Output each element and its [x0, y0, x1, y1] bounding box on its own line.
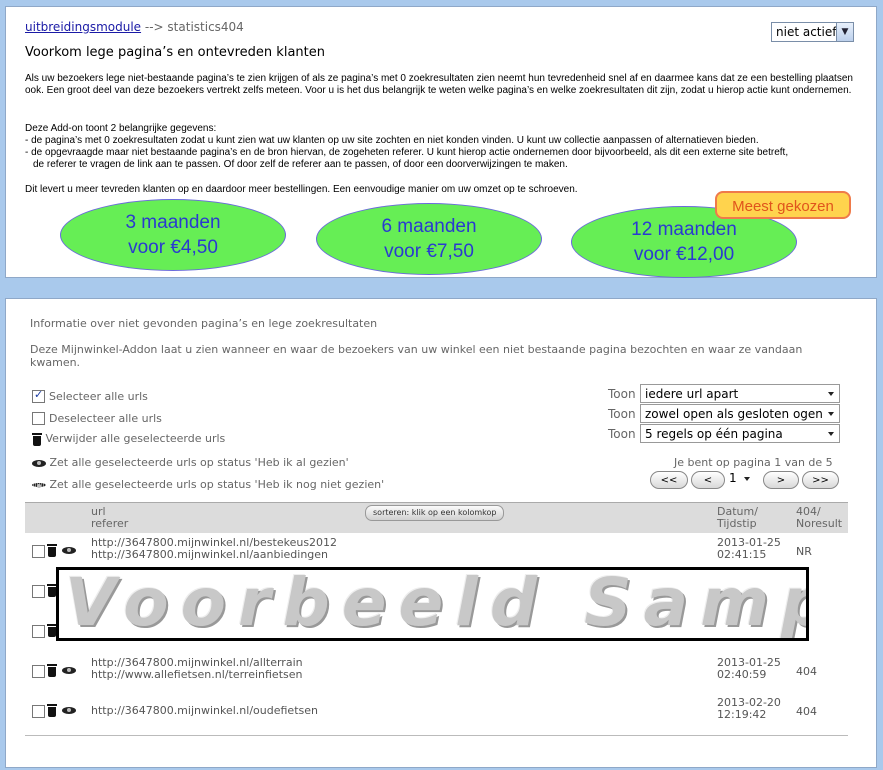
eye-closed-icon — [32, 483, 46, 488]
most-chosen-badge: Meest gekozen — [715, 191, 851, 219]
chevron-down-icon — [744, 477, 750, 481]
breadcrumb-separator: --> — [144, 20, 164, 34]
select-all-label: Selecteer alle urls — [49, 390, 148, 403]
row-checkbox[interactable] — [32, 585, 45, 598]
chevron-down-icon — [828, 432, 834, 436]
row-time: 02:41:15 — [717, 548, 767, 561]
plan-3-months-button[interactable]: 3 maanden voor €4,50 — [60, 199, 286, 271]
status-select[interactable]: niet actief ▼ — [771, 22, 854, 42]
page-select-value: 1 — [729, 471, 737, 485]
time-header-label: Tijdstip — [717, 517, 757, 530]
row-time: 02:40:59 — [717, 668, 767, 681]
row-checkbox[interactable] — [32, 625, 45, 638]
row-referer[interactable]: http://www.allefietsen.nl/terreinfietsen — [91, 669, 303, 681]
noresult-header-label: Noresult — [796, 517, 843, 530]
row-datetime: 2013-02-20 12:19:42 — [717, 697, 781, 721]
first-page-button[interactable]: << — [650, 471, 688, 489]
filter-label: Toon — [608, 427, 636, 441]
referer-header-label: referer — [91, 517, 129, 530]
row-urls: http://3647800.mijnwinkel.nl/bestekeus20… — [91, 537, 337, 561]
table-row: http://3647800.mijnwinkel.nl/oudefietsen… — [25, 692, 848, 732]
eye-open-icon[interactable] — [62, 667, 76, 674]
page-heading: Voorkom lege pagina’s en ontevreden klan… — [25, 45, 325, 60]
eye-open-icon[interactable] — [62, 707, 76, 714]
row-checkbox[interactable] — [32, 705, 45, 718]
chevron-down-icon — [828, 412, 834, 416]
sample-watermark: Voorbeeld Sample — [56, 567, 809, 641]
plan-price: voor €4,50 — [128, 237, 218, 258]
section-title: Informatie over niet gevonden pagina’s e… — [30, 317, 378, 330]
feature-item-404: - de opgevraagde maar niet bestaande pag… — [25, 147, 789, 158]
row-url[interactable]: http://3647800.mijnwinkel.nl/oudefietsen — [91, 705, 318, 717]
prev-page-button[interactable]: < — [691, 471, 725, 489]
rows-per-page-value: 5 regels op één pagina — [645, 427, 783, 441]
eye-status-value: zowel open als gesloten ogen — [645, 407, 823, 421]
mark-seen-action[interactable]: Zet alle geselecteerde urls op status 'H… — [32, 456, 349, 469]
plan-price: voor €7,50 — [384, 241, 474, 262]
mark-unseen-label: Zet alle geselecteerde urls op status 'H… — [49, 478, 385, 491]
feature-item-404-cont: de referer te vragen de link aan te pass… — [33, 159, 568, 170]
eye-open-icon[interactable] — [62, 547, 76, 554]
eye-status-select[interactable]: zowel open als gesloten ogen — [640, 404, 840, 423]
trash-icon — [32, 432, 42, 446]
chevron-down-icon — [828, 392, 834, 396]
column-header-url[interactable]: url referer — [91, 506, 128, 530]
sort-hint-button[interactable]: sorteren: klik op een kolomkop — [365, 505, 505, 521]
filter-label: Toon — [608, 387, 636, 401]
last-page-button[interactable]: >> — [802, 471, 839, 489]
watermark-text: Voorbeeld Sample — [65, 567, 806, 641]
table-row: http://3647800.mijnwinkel.nl/bestekeus20… — [25, 532, 848, 572]
mark-seen-label: Zet alle geselecteerde urls op status 'H… — [49, 456, 349, 469]
delete-selected-action[interactable]: Verwijder alle geselecteerde urls — [32, 432, 225, 446]
section-description: Deze Mijnwinkel-Addon laat u zien wannee… — [30, 343, 803, 369]
checkbox-icon[interactable] — [32, 411, 45, 425]
row-referer[interactable]: http://3647800.mijnwinkel.nl/aanbiedinge… — [91, 549, 337, 561]
plan-duration: 6 maanden — [381, 216, 477, 237]
url-grouping-select[interactable]: iedere url apart — [640, 384, 840, 403]
trash-icon[interactable] — [47, 704, 57, 717]
row-time: 12:19:42 — [717, 708, 767, 721]
mark-unseen-action[interactable]: Zet alle geselecteerde urls op status 'H… — [32, 478, 384, 491]
breadcrumb: uitbreidingsmodule --> statistics404 — [25, 20, 244, 34]
table-row: http://3647800.mijnwinkel.nl/allterrain … — [25, 652, 848, 692]
filter-label: Toon — [608, 407, 636, 421]
table-header: url referer sorteren: klik op een kolomk… — [25, 502, 848, 533]
select-all-action[interactable]: Selecteer alle urls — [32, 388, 148, 404]
plan-price: voor €12,00 — [633, 244, 735, 265]
deselect-all-action[interactable]: Deselecteer alle urls — [32, 411, 162, 426]
row-datetime: 2013-01-25 02:40:59 — [717, 657, 781, 681]
breadcrumb-link-uitbreidingsmodule[interactable]: uitbreidingsmodule — [25, 20, 141, 34]
intro-paragraph: Als uw bezoekers lege niet-bestaande pag… — [25, 73, 853, 96]
checkbox-checked-icon[interactable] — [32, 388, 45, 403]
row-datetime: 2013-01-25 02:41:15 — [717, 537, 781, 561]
chevron-down-icon[interactable]: ▼ — [836, 23, 853, 41]
deselect-all-label: Deselecteer alle urls — [49, 412, 162, 425]
row-result: 404 — [796, 705, 817, 718]
status-select-value: niet actief — [776, 25, 837, 39]
features-intro: Deze Add-on toont 2 belangrijke gegevens… — [25, 123, 217, 134]
next-page-button[interactable]: > — [763, 471, 799, 489]
breadcrumb-current: statistics404 — [167, 20, 244, 34]
column-header-date[interactable]: Datum/ Tijdstip — [717, 506, 758, 530]
trash-icon[interactable] — [47, 664, 57, 677]
row-result: 404 — [796, 665, 817, 678]
features-paragraph: Deze Add-on toont 2 belangrijke gegevens… — [25, 123, 860, 171]
page-select[interactable]: 1 — [729, 471, 760, 489]
trash-icon[interactable] — [47, 544, 57, 557]
eye-open-icon — [32, 459, 46, 467]
row-urls: http://3647800.mijnwinkel.nl/allterrain … — [91, 657, 303, 681]
plan-duration: 3 maanden — [125, 212, 221, 233]
url-grouping-value: iedere url apart — [645, 387, 739, 401]
delete-selected-label: Verwijder alle geselecteerde urls — [45, 432, 226, 445]
row-checkbox[interactable] — [32, 665, 45, 678]
row-urls: http://3647800.mijnwinkel.nl/oudefietsen — [91, 705, 318, 717]
pagination-info: Je bent op pagina 1 van de 5 — [674, 456, 833, 469]
row-checkbox[interactable] — [32, 545, 45, 558]
row-result: NR — [796, 545, 812, 558]
addon-info-panel: uitbreidingsmodule --> statistics404 nie… — [5, 6, 877, 278]
plan-6-months-button[interactable]: 6 maanden voor €7,50 — [316, 203, 542, 275]
feature-item-noresults: - de pagina’s met 0 zoekresultaten zodat… — [25, 135, 759, 146]
column-header-result[interactable]: 404/ Noresult — [796, 506, 842, 530]
rows-per-page-select[interactable]: 5 regels op één pagina — [640, 424, 840, 443]
